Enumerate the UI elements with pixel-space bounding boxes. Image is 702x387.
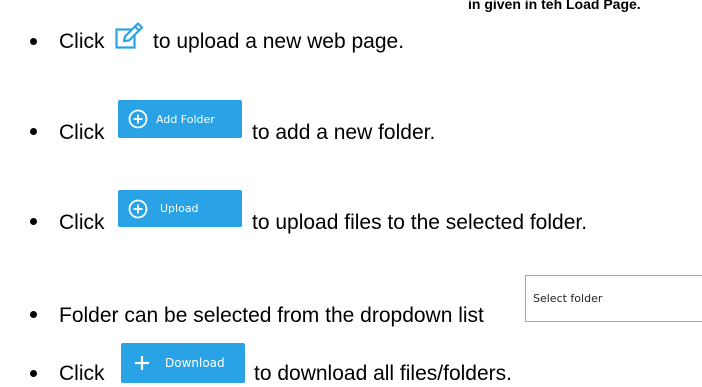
item-suffix: to upload a new web page.: [153, 30, 405, 53]
bullet-icon: [30, 128, 37, 135]
item-prefix: Click: [59, 121, 105, 144]
item-suffix: to upload files to the selected folder.: [252, 211, 588, 234]
bullet-icon: [30, 38, 37, 45]
top-fragment-text: in given in teh Load Page.: [468, 0, 641, 12]
list-item: Click Upload to upload files to the sele…: [0, 190, 702, 234]
upload-button[interactable]: Upload: [118, 190, 242, 227]
item-text: Folder can be selected from the dropdown…: [59, 304, 484, 327]
list-item: Folder can be selected from the dropdown…: [0, 275, 702, 326]
item-prefix: Click: [59, 30, 105, 53]
bullet-icon: [30, 218, 37, 225]
bullet-icon: [30, 370, 37, 377]
item-suffix: to add a new folder.: [252, 121, 436, 144]
plus-circle-icon: [128, 109, 148, 129]
folder-select[interactable]: Select folder: [525, 275, 702, 322]
item-prefix: Click: [59, 362, 105, 385]
download-button[interactable]: Download: [121, 343, 245, 383]
list-item: Click Add Folder to add a new folder.: [0, 100, 702, 144]
edit-icon[interactable]: [115, 22, 145, 50]
item-prefix: Click: [59, 211, 105, 234]
add-folder-button[interactable]: Add Folder: [118, 100, 242, 138]
list-item: Click Download to download all files/fol…: [0, 343, 702, 385]
item-suffix: to download all files/folders.: [254, 362, 512, 385]
upload-label: Upload: [160, 202, 199, 215]
list-item: Click to upload a new web page.: [0, 22, 702, 62]
plus-circle-icon: [128, 199, 148, 218]
plus-icon: [135, 356, 149, 370]
folder-select-value: Select folder: [533, 292, 603, 305]
add-folder-label: Add Folder: [156, 112, 215, 126]
download-label: Download: [165, 356, 225, 370]
bullet-icon: [30, 311, 37, 318]
